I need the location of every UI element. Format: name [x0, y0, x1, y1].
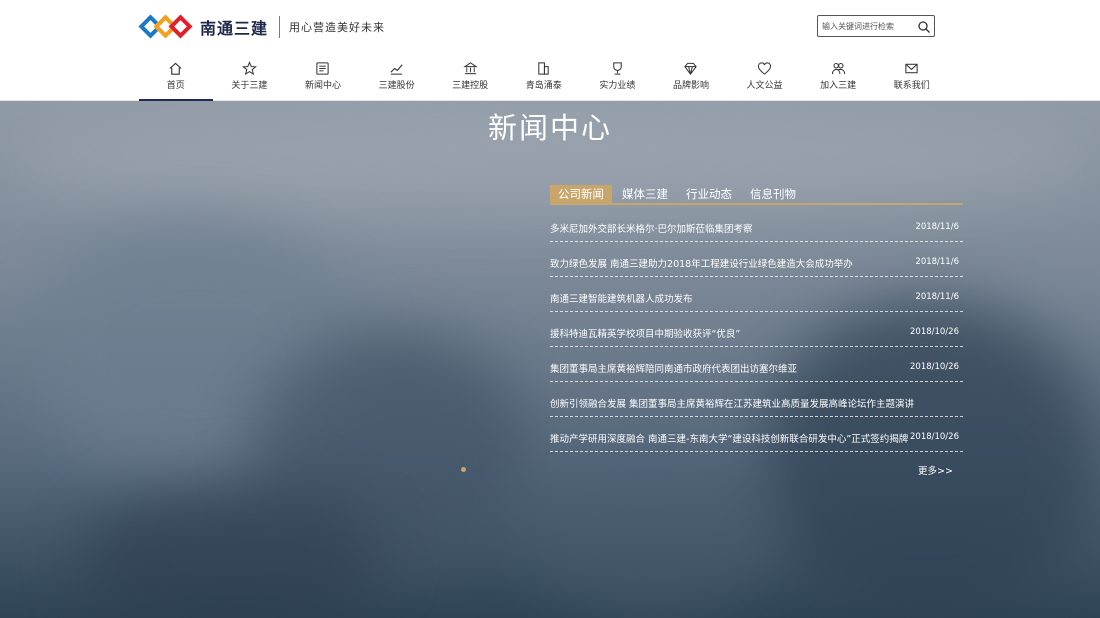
logo-divider	[279, 16, 281, 38]
people-icon	[830, 60, 846, 76]
nav-item-label: 首页	[166, 81, 185, 91]
heart-icon	[757, 60, 773, 76]
search-icon[interactable]	[917, 19, 931, 33]
nav-item-holding[interactable]: 三建控股	[433, 55, 507, 101]
carousel-dot[interactable]	[461, 467, 466, 472]
home-icon	[168, 60, 184, 76]
news-item[interactable]: 创新引领融合发展 集团董事局主席黄裕辉在江苏建筑业高质量发展高峰论坛作主题演讲	[550, 382, 963, 417]
newspaper-icon	[315, 60, 331, 76]
nav-item-label: 实力业绩	[599, 81, 636, 91]
building-icon	[536, 60, 552, 76]
nav-item-label: 品牌影响	[672, 81, 709, 91]
nav-item-achievements[interactable]: 实力业绩	[581, 55, 655, 101]
tab-industry[interactable]: 行业动态	[678, 185, 740, 203]
tab-publications[interactable]: 信息刊物	[742, 185, 804, 203]
mail-icon	[904, 60, 920, 76]
nav-item-label: 新闻中心	[304, 81, 341, 91]
news-date: 2018/11/6	[915, 292, 959, 302]
tab-company-news[interactable]: 公司新闻	[550, 185, 612, 203]
site-header: 南通三建 用心营造美好未来 首页 关于三建 新闻中心 三建股份 三建控股	[0, 0, 1100, 101]
main-nav: 首页 关于三建 新闻中心 三建股份 三建控股 青岛涌泰 实力业绩 品牌影响 人文…	[139, 55, 949, 101]
news-date: 2018/10/26	[910, 432, 959, 442]
nav-item-label: 关于三建	[231, 81, 268, 91]
search-input[interactable]	[818, 16, 914, 36]
logo[interactable]: 南通三建 用心营造美好未来	[138, 14, 386, 40]
nav-item-home[interactable]: 首页	[139, 55, 213, 101]
tab-media[interactable]: 媒体三建	[614, 185, 676, 203]
news-hero-section: 新闻中心 公司新闻 媒体三建 行业动态 信息刊物 多米尼加外交部长米格尔·巴尔加…	[0, 101, 1100, 618]
brand-name: 南通三建	[200, 19, 269, 38]
trophy-icon	[609, 60, 625, 76]
section-title: 新闻中心	[487, 111, 612, 145]
trend-icon	[389, 60, 405, 76]
nav-item-brand[interactable]: 品牌影响	[654, 55, 728, 101]
news-date: 2018/10/26	[910, 327, 959, 337]
news-item[interactable]: 推动产学研用深度融合 南通三建-东南大学“建设科技创新联合研发中心”正式签约揭牌…	[550, 417, 963, 452]
news-list: 多米尼加外交部长米格尔·巴尔加斯莅临集团考察 2018/11/6 致力绿色发展 …	[550, 207, 963, 452]
news-item[interactable]: 南通三建智能建筑机器人成功发布 2018/11/6	[550, 277, 963, 312]
news-item[interactable]: 援科特迪瓦精英学校项目中期验收获评“优良” 2018/10/26	[550, 312, 963, 347]
news-title[interactable]: 推动产学研用深度融合 南通三建-东南大学“建设科技创新联合研发中心”正式签约揭牌	[550, 431, 908, 445]
more-link[interactable]: 更多>>	[918, 463, 953, 477]
news-item[interactable]: 集团董事局主席黄裕辉陪同南通市政府代表团出访塞尔维亚 2018/10/26	[550, 347, 963, 382]
brand-slogan: 用心营造美好未来	[289, 21, 386, 34]
nav-item-join[interactable]: 加入三建	[801, 55, 875, 101]
search-box	[817, 15, 935, 37]
nav-item-label: 三建控股	[452, 81, 489, 91]
bank-icon	[462, 60, 478, 76]
nav-item-qingdao[interactable]: 青岛涌泰	[507, 55, 581, 101]
nav-item-label: 联系我们	[893, 81, 930, 91]
nav-item-news[interactable]: 新闻中心	[286, 55, 360, 101]
news-item[interactable]: 致力绿色发展 南通三建助力2018年工程建设行业绿色建造大会成功举办 2018/…	[550, 242, 963, 277]
nav-item-label: 加入三建	[820, 81, 857, 91]
nav-item-label: 青岛涌泰	[525, 81, 562, 91]
nav-item-about[interactable]: 关于三建	[213, 55, 287, 101]
news-date: 2018/11/6	[915, 222, 959, 232]
nav-item-label: 人文公益	[746, 81, 783, 91]
news-title[interactable]: 集团董事局主席黄裕辉陪同南通市政府代表团出访塞尔维亚	[550, 361, 797, 375]
nav-item-welfare[interactable]: 人文公益	[728, 55, 802, 101]
news-title[interactable]: 致力绿色发展 南通三建助力2018年工程建设行业绿色建造大会成功举办	[550, 256, 853, 270]
news-tabs: 公司新闻 媒体三建 行业动态 信息刊物	[550, 185, 963, 205]
nav-item-label: 三建股份	[378, 81, 415, 91]
news-title[interactable]: 南通三建智能建筑机器人成功发布	[550, 291, 693, 305]
nav-item-stock[interactable]: 三建股份	[360, 55, 434, 101]
news-date: 2018/11/6	[915, 257, 959, 267]
news-title[interactable]: 创新引领融合发展 集团董事局主席黄裕辉在江苏建筑业高质量发展高峰论坛作主题演讲	[550, 396, 914, 410]
star-icon	[241, 60, 257, 76]
diamond-icon	[683, 60, 699, 76]
news-item[interactable]: 多米尼加外交部长米格尔·巴尔加斯莅临集团考察 2018/11/6	[550, 207, 963, 242]
news-date: 2018/10/26	[910, 362, 959, 372]
logo-mark-icon	[138, 14, 193, 40]
news-title[interactable]: 多米尼加外交部长米格尔·巴尔加斯莅临集团考察	[550, 221, 753, 235]
nav-item-contact[interactable]: 联系我们	[875, 55, 949, 101]
news-title[interactable]: 援科特迪瓦精英学校项目中期验收获评“优良”	[550, 326, 740, 340]
